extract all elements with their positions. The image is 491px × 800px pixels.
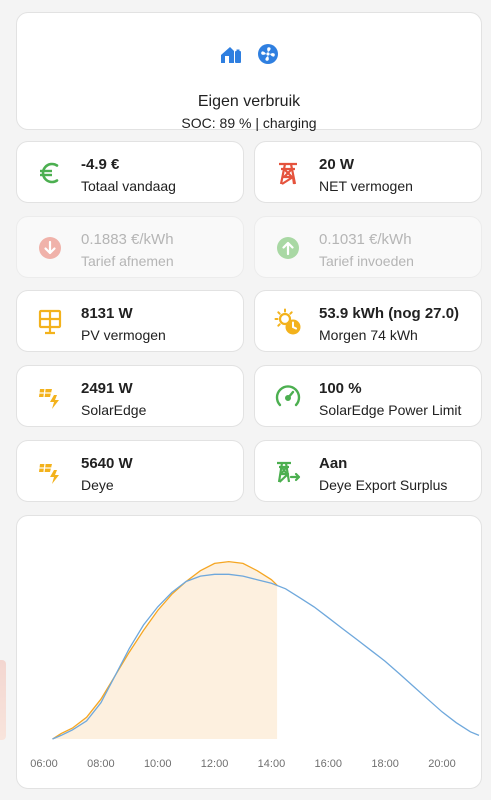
page-edge-fragment: [0, 660, 6, 740]
tile-solaredge-power-limit[interactable]: 100 % SolarEdge Power Limit: [254, 365, 482, 427]
tile-net-vermogen[interactable]: 20 W NET vermogen: [254, 141, 482, 203]
tile-label: SolarEdge Power Limit: [319, 402, 462, 418]
home-battery-icon[interactable]: [219, 43, 243, 72]
tile-value: 0.1031 €/kWh: [319, 231, 412, 248]
power-history-graph-card[interactable]: 06:00 08:00 10:00 12:00 14:00 16:00 18:00 20:00: [16, 515, 482, 789]
tile-value: 5640 W: [81, 455, 133, 472]
tile-label: Deye Export Surplus: [319, 477, 448, 493]
weather-sunny-clock-icon: [272, 306, 304, 338]
tile-tarief-afnemen[interactable]: 0.1883 €/kWh Tarief afnemen: [16, 216, 244, 278]
arrow-up-circle-icon: [272, 232, 304, 264]
tile-deye[interactable]: 5640 W Deye: [16, 440, 244, 502]
card-subtitle: SOC: 89 % | charging: [181, 115, 317, 131]
gauge-icon: [272, 381, 304, 413]
tile-value: 2491 W: [81, 380, 133, 397]
x-tick-label: 08:00: [87, 758, 115, 770]
tile-label: Deye: [81, 477, 114, 493]
tile-value: 100 %: [319, 380, 362, 397]
euro-icon: [34, 157, 66, 189]
tile-label: Totaal vandaag: [81, 178, 176, 194]
power-line-chart[interactable]: 06:00 08:00 10:00 12:00 14:00 16:00 18:00 20:00: [17, 516, 481, 788]
tile-value: 53.9 kWh (nog 27.0): [319, 305, 460, 322]
tile-solaredge[interactable]: 2491 W SolarEdge: [16, 365, 244, 427]
x-tick-label: 14:00: [258, 758, 286, 770]
tile-deye-export-surplus[interactable]: Aan Deye Export Surplus: [254, 440, 482, 502]
card-title: Eigen verbruik: [197, 93, 301, 110]
transmission-tower-export-icon: [272, 456, 304, 488]
arrow-down-circle-icon: [34, 232, 66, 264]
solar-power-icon: [34, 456, 66, 488]
x-tick-label: 18:00: [371, 758, 399, 770]
tile-pv-vermogen[interactable]: 8131 W PV vermogen: [16, 290, 244, 352]
tile-value: 20 W: [319, 156, 355, 173]
x-tick-label: 06:00: [30, 758, 58, 770]
tile-label: Morgen 74 kWh: [319, 327, 418, 343]
tile-value: Aan: [319, 455, 348, 472]
tile-label: PV vermogen: [81, 327, 166, 343]
x-tick-label: 12:00: [201, 758, 229, 770]
tile-forecast[interactable]: 53.9 kWh (nog 27.0) Morgen 74 kWh: [254, 290, 482, 352]
tile-value: -4.9 €: [81, 156, 120, 173]
series-area-0: [52, 561, 278, 739]
x-tick-label: 10:00: [144, 758, 172, 770]
solar-power-icon: [34, 381, 66, 413]
x-tick-label: 20:00: [428, 758, 456, 770]
tile-totaal-vandaag[interactable]: -4.9 € Totaal vandaag: [16, 141, 244, 203]
tile-value: 0.1883 €/kWh: [81, 231, 174, 248]
tile-value: 8131 W: [81, 305, 133, 322]
tile-label: NET vermogen: [319, 178, 413, 194]
fan-icon[interactable]: [257, 43, 279, 72]
tile-label: Tarief invoeden: [319, 253, 414, 269]
tile-label: Tarief afnemen: [81, 253, 174, 269]
tile-tarief-invoeden[interactable]: 0.1031 €/kWh Tarief invoeden: [254, 216, 482, 278]
self-consumption-card[interactable]: Eigen verbruik SOC: 89 % | charging: [16, 12, 482, 131]
transmission-tower-icon: [272, 157, 304, 189]
solar-panel-icon: [34, 306, 66, 338]
tile-label: SolarEdge: [81, 402, 147, 418]
x-tick-label: 16:00: [315, 758, 343, 770]
